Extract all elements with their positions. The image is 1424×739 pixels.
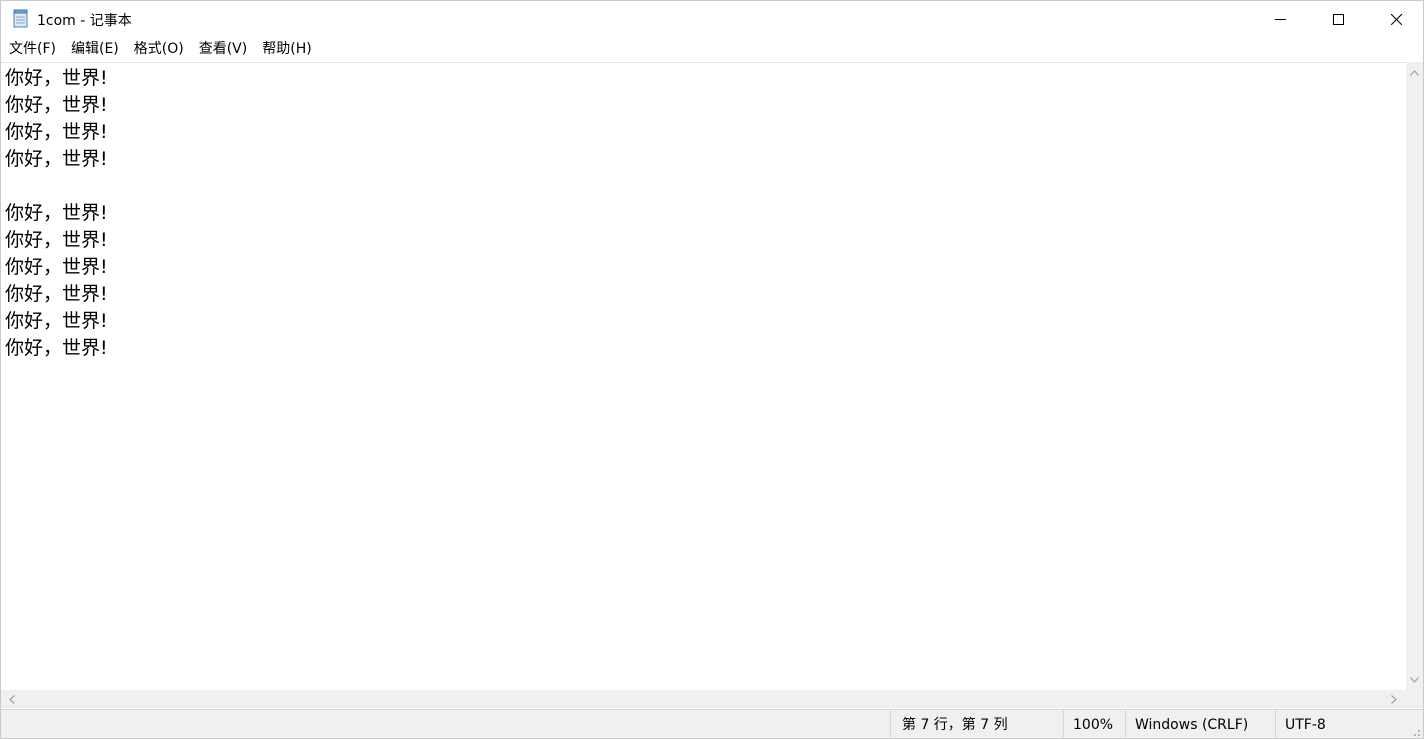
scrollbar-corner <box>1406 690 1423 708</box>
text-content: 你好，世界! 你好，世界! 你好，世界! 你好，世界! 你好，世界! 你好，世界… <box>5 65 108 362</box>
text-line: 你好，世界! <box>5 148 108 170</box>
notepad-icon[interactable] <box>12 9 30 28</box>
resize-grip-icon[interactable] <box>1409 726 1421 738</box>
text-line: 你好，世界! <box>5 94 108 116</box>
zoom-level: 100% <box>1063 710 1125 738</box>
scroll-down-icon[interactable] <box>1406 671 1423 688</box>
text-line: 你好，世界! <box>5 67 108 89</box>
menu-help[interactable]: 帮助(H) <box>255 38 318 61</box>
scroll-right-icon[interactable] <box>1385 690 1402 708</box>
status-bar: 第 7 行，第 7 列 100% Windows (CRLF) UTF-8 <box>1 709 1423 738</box>
close-button[interactable] <box>1367 1 1423 37</box>
title-bar[interactable]: 1com - 记事本 <box>1 1 1423 37</box>
vertical-scrollbar[interactable] <box>1406 62 1423 690</box>
text-line: 你好，世界! <box>5 256 108 278</box>
cursor-position: 第 7 行，第 7 列 <box>890 710 1063 738</box>
encoding: UTF-8 <box>1275 710 1423 738</box>
text-line: 你好，世界! <box>5 283 108 305</box>
line-ending: Windows (CRLF) <box>1125 710 1275 738</box>
window-title: 1com - 记事本 <box>37 13 132 29</box>
minimize-icon <box>1274 14 1286 25</box>
text-line: 你好，世界! <box>5 202 108 224</box>
text-line: 你好，世界! <box>5 229 108 251</box>
scroll-left-icon[interactable] <box>3 690 20 708</box>
scroll-up-icon[interactable] <box>1406 64 1423 81</box>
text-line: 你好，世界! <box>5 310 108 332</box>
text-line: 你好，世界! <box>5 337 108 359</box>
text-editor[interactable]: 你好，世界! 你好，世界! 你好，世界! 你好，世界! 你好，世界! 你好，世界… <box>1 62 1406 690</box>
maximize-button[interactable] <box>1309 1 1367 37</box>
minimize-button[interactable] <box>1251 1 1309 37</box>
menu-bar: 文件(F) 编辑(E) 格式(O) 查看(V) 帮助(H) <box>1 38 1423 61</box>
menu-format[interactable]: 格式(O) <box>127 38 191 61</box>
menu-view[interactable]: 查看(V) <box>192 38 255 61</box>
maximize-icon <box>1332 13 1344 25</box>
horizontal-scrollbar[interactable] <box>1 690 1406 708</box>
notepad-window: 1com - 记事本 文件(F) 编辑(E) 格式(O) 查看(V) 帮助(H)… <box>0 0 1424 739</box>
text-line: 你好，世界! <box>5 121 108 143</box>
text-line <box>5 173 108 200</box>
close-icon <box>1390 13 1402 25</box>
menu-file[interactable]: 文件(F) <box>2 38 63 61</box>
menu-edit[interactable]: 编辑(E) <box>64 38 126 61</box>
